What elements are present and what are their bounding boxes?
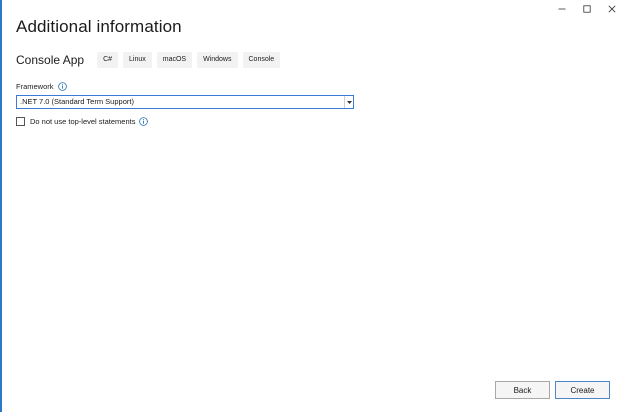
template-name: Console App: [16, 53, 85, 67]
create-button[interactable]: Create: [555, 381, 610, 399]
minimize-icon: [558, 5, 566, 13]
tag-platform-windows: Windows: [197, 52, 238, 68]
page-title: Additional information: [16, 17, 182, 36]
tag-platform-linux: Linux: [123, 52, 152, 68]
tag-language: C#: [97, 52, 119, 68]
maximize-icon: [583, 5, 591, 13]
top-level-statements-label[interactable]: Do not use top-level statements: [30, 117, 135, 126]
framework-label-row: Framework: [16, 80, 67, 92]
framework-select-value: .NET 7.0 (Standard Term Support): [20, 97, 134, 106]
back-button[interactable]: Back: [495, 381, 550, 399]
top-level-statements-checkbox[interactable]: [16, 117, 25, 126]
template-summary: Console App C# Linux macOS Windows Conso…: [16, 51, 281, 69]
dropdown-arrow-icon[interactable]: [344, 96, 353, 108]
info-icon[interactable]: [57, 81, 67, 91]
framework-label: Framework: [16, 81, 54, 91]
close-icon: [608, 5, 616, 13]
tag-platform-macos: macOS: [156, 52, 193, 68]
window-controls: [549, 0, 624, 18]
close-button[interactable]: [600, 0, 624, 18]
tag-project-type: Console: [242, 52, 281, 68]
minimize-button[interactable]: [550, 0, 574, 18]
window-left-edge: [0, 0, 2, 412]
info-icon[interactable]: [139, 117, 149, 126]
framework-select[interactable]: .NET 7.0 (Standard Term Support): [16, 95, 354, 109]
maximize-button[interactable]: [575, 0, 599, 18]
top-level-statements-option: Do not use top-level statements: [16, 116, 149, 127]
